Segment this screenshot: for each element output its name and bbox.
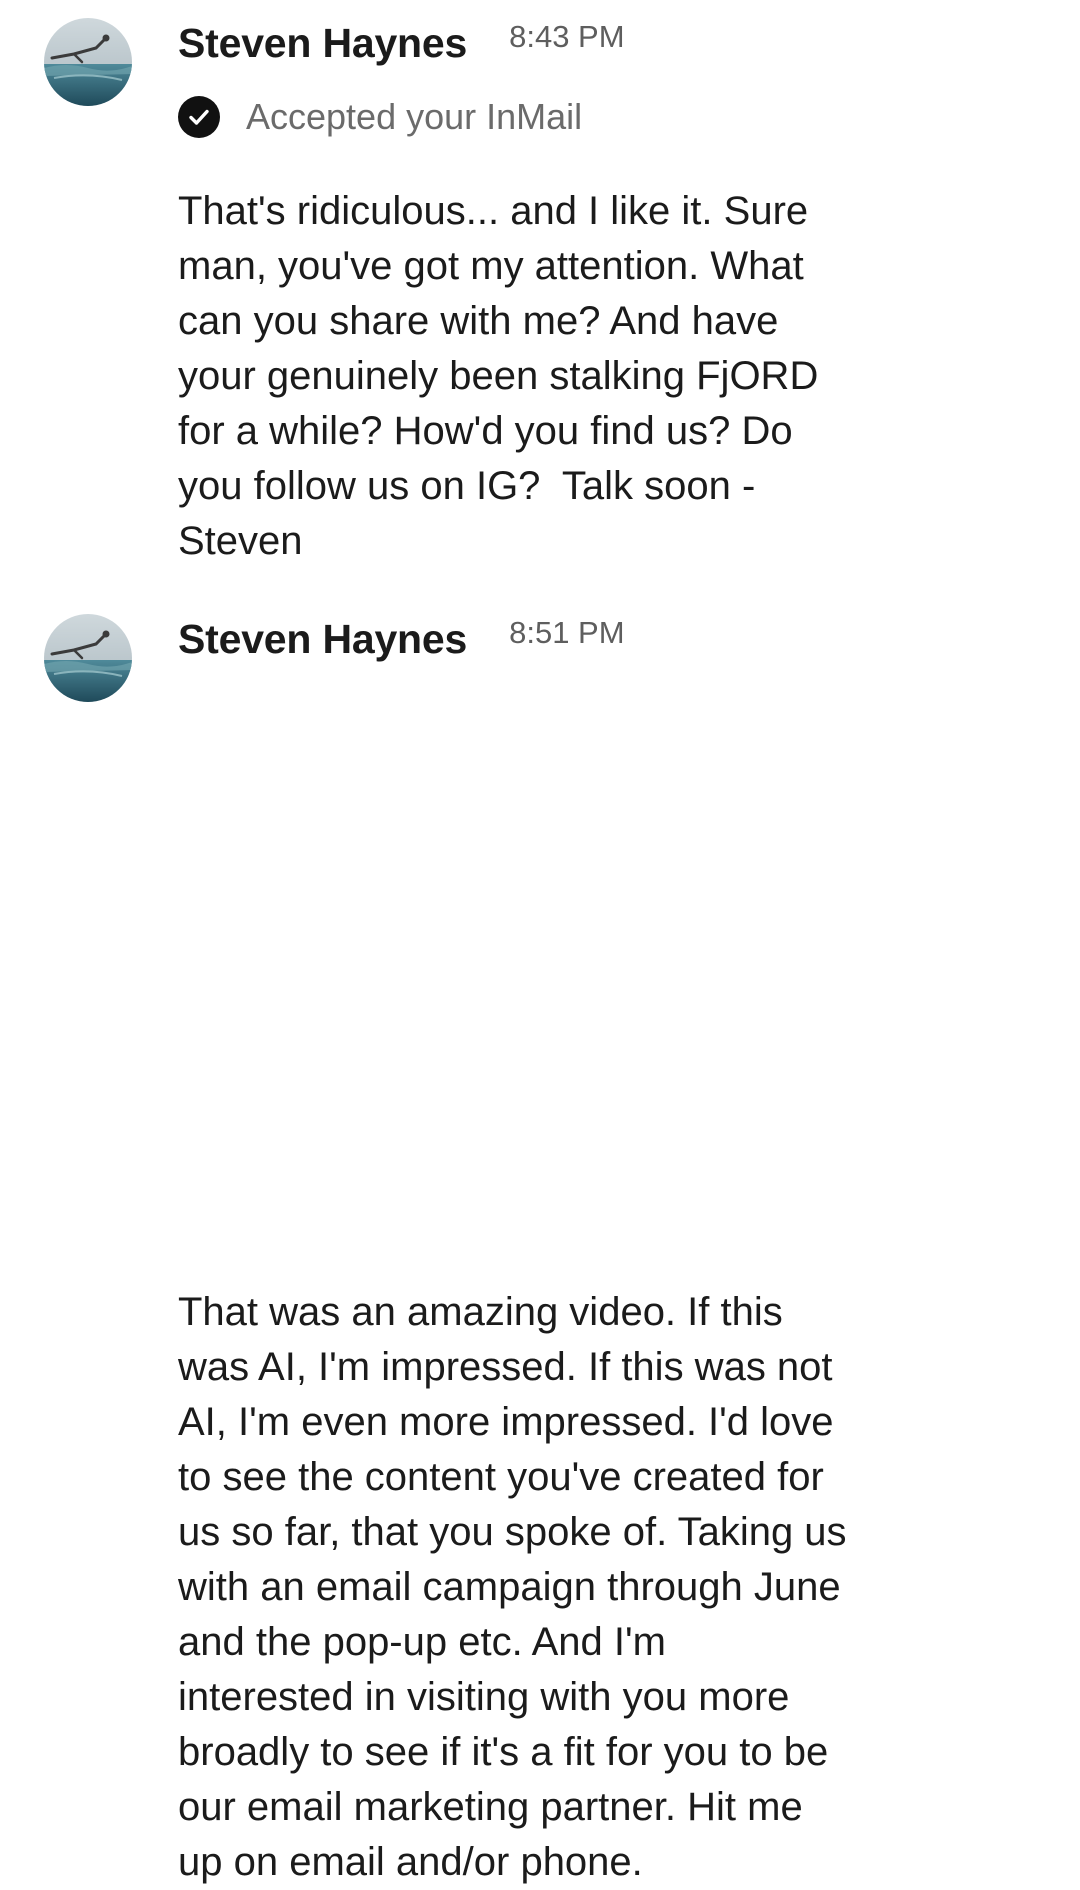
message-line: man, you've got my attention. What <box>178 244 804 288</box>
message-line: was AI, I'm impressed. If this was not <box>178 1345 833 1389</box>
message-header: Steven Haynes 8:43 PM <box>178 19 625 72</box>
message-line: up on email and/or phone. <box>178 1840 643 1884</box>
message-header: Steven Haynes 8:51 PM <box>178 615 625 668</box>
check-circle-icon <box>178 96 220 138</box>
message-line: with an email campaign through June <box>178 1565 841 1609</box>
message-line: interested in visiting with you more <box>178 1675 790 1719</box>
message-line: for a while? How'd you find us? Do <box>178 409 793 453</box>
message-line: our email marketing partner. Hit me <box>178 1785 803 1829</box>
inmail-status: Accepted your InMail <box>178 95 582 139</box>
message-line: That's ridiculous... and I like it. Sure <box>178 189 809 233</box>
message-line: us so far, that you spoke of. Taking us <box>178 1510 847 1554</box>
avatar[interactable] <box>44 614 132 702</box>
sender-name[interactable]: Steven Haynes <box>178 20 467 67</box>
message-body: That was an amazing video. If this was A… <box>178 1285 938 1890</box>
message-line: your genuinely been stalking FjORD <box>178 354 819 398</box>
message-line: broadly to see if it's a fit for you to … <box>178 1730 829 1774</box>
message-line: and the pop-up etc. And I'm <box>178 1620 666 1664</box>
avatar[interactable] <box>44 18 132 106</box>
message-body: That's ridiculous... and I like it. Sure… <box>178 184 938 569</box>
avatar-photo <box>44 614 132 702</box>
message-line: AI, I'm even more impressed. I'd love <box>178 1400 834 1444</box>
status-text: Accepted your InMail <box>246 96 583 137</box>
message-line: you follow us on IG? Talk soon - <box>178 464 756 508</box>
timestamp: 8:51 PM <box>509 615 625 650</box>
timestamp: 8:43 PM <box>509 19 625 54</box>
avatar-photo <box>44 18 132 106</box>
message-line: can you share with me? And have <box>178 299 779 343</box>
sender-name[interactable]: Steven Haynes <box>178 616 467 663</box>
message-line: to see the content you've created for <box>178 1455 824 1499</box>
message-line: That was an amazing video. If this <box>178 1290 783 1334</box>
message-line: Steven <box>178 519 303 563</box>
